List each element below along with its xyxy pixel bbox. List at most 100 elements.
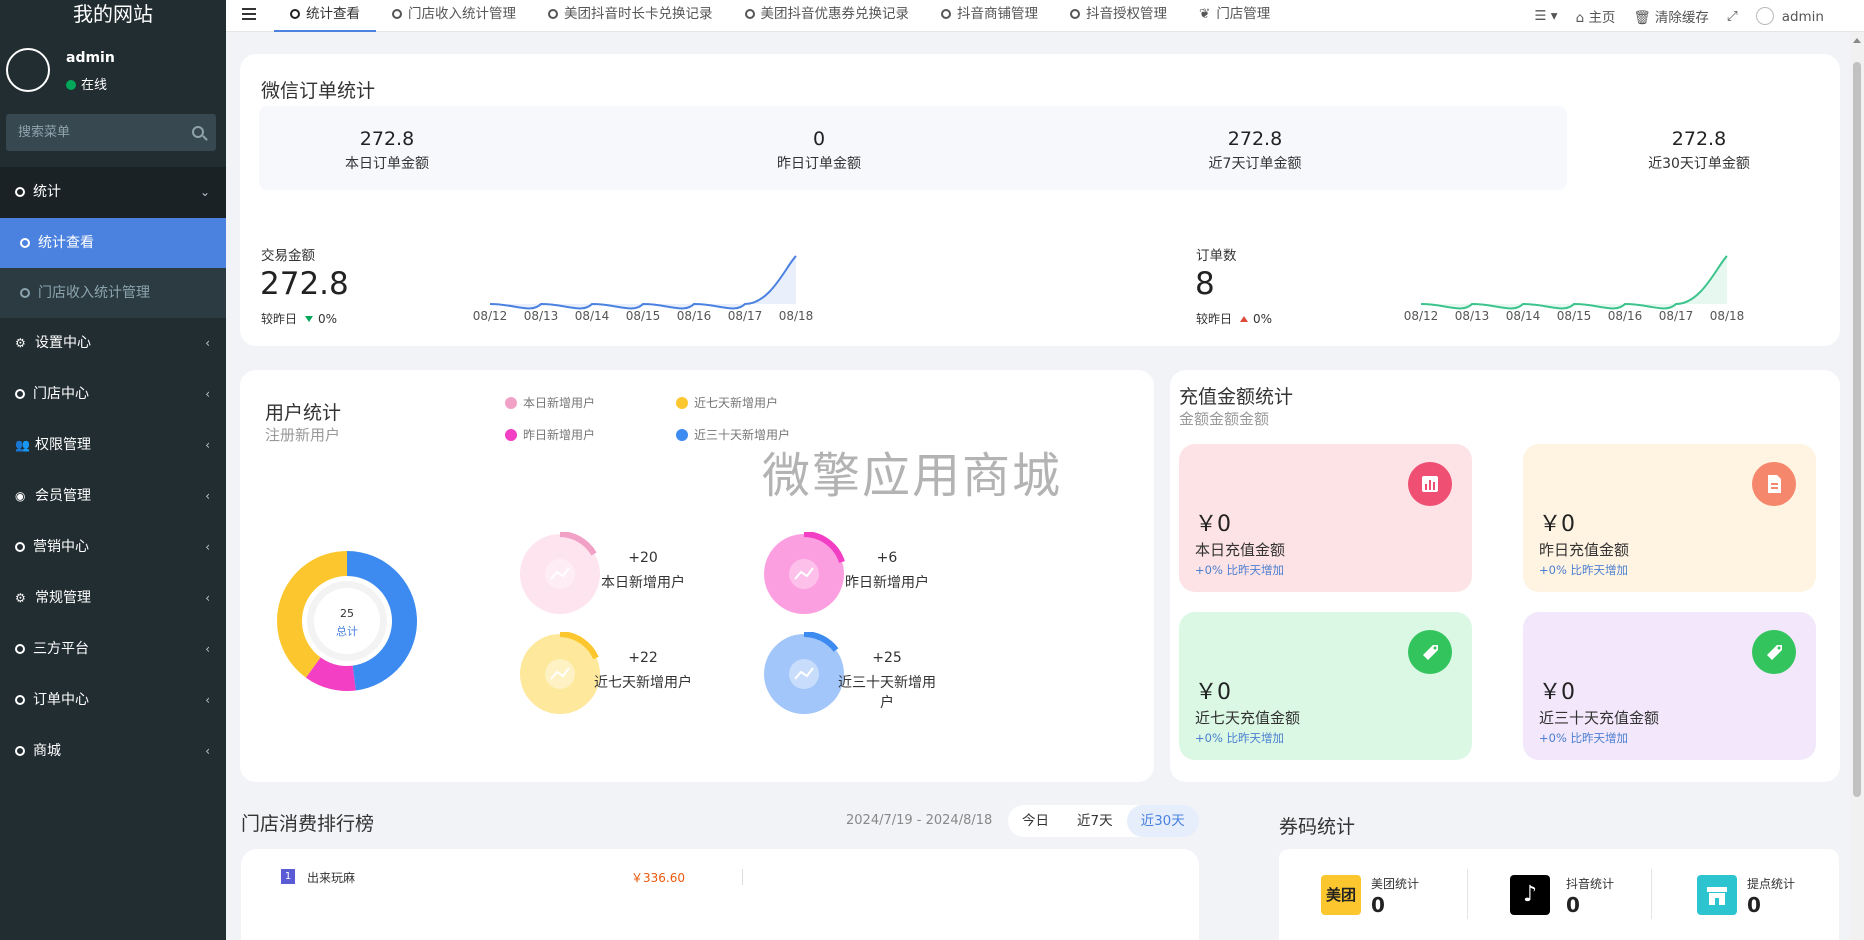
watermark: 微擎应用商城 [762, 448, 1063, 504]
ranking-date-range: 2024/7/19 - 2024/8/18 [846, 813, 993, 828]
legend-item[interactable]: 昨日新增用户 [505, 426, 595, 443]
tab-store-income[interactable]: 门店收入统计管理 [376, 0, 532, 32]
circle-icon [15, 746, 25, 756]
card-title: 用户统计 [265, 402, 342, 424]
tag-icon [1752, 630, 1796, 674]
x-tick-label: 08/15 [626, 309, 661, 323]
top-navbar: 统计查看 门店收入统计管理 美团抖音时长卡兑换记录 美团抖音优惠券兑换记录 抖音… [226, 0, 1864, 32]
tab-card-exchange[interactable]: 美团抖音时长卡兑换记录 [532, 0, 729, 32]
x-tick-label: 08/18 [779, 309, 814, 323]
tag-icon [1408, 630, 1452, 674]
chevron-left-icon: ‹ [205, 489, 210, 503]
filter-today[interactable]: 今日 [1008, 805, 1063, 837]
sidebar-item-store-center[interactable]: 门店中心 ‹ [0, 369, 226, 420]
meituan-icon: 美团 [1321, 875, 1361, 915]
navbar-actions: ☰ ▾ ⌂ 主页 🗑 清除缓存 ⤢ admin [1516, 0, 1824, 32]
sidebar-item-members[interactable]: ◉ 会员管理 ‹ [0, 471, 226, 522]
donut-center [314, 588, 380, 654]
store-amount: ￥336.60 [631, 871, 685, 885]
sparkline-series-line [489, 255, 797, 310]
circle-icon [15, 389, 25, 399]
legend-item[interactable]: 本日新增用户 [505, 394, 595, 411]
home-link[interactable]: ⌂ 主页 [1576, 6, 1616, 26]
circle-icon [1070, 9, 1080, 19]
user-status: 在线 [66, 74, 107, 93]
tab-stats-view[interactable]: 统计查看 [274, 0, 376, 32]
site-title[interactable]: 我的网站 [0, 0, 226, 30]
scroll-up-arrow-icon[interactable] [1853, 38, 1861, 43]
ranking-title: 门店消费排行榜 [241, 813, 375, 835]
tab-coupon-exchange[interactable]: 美团抖音优惠券兑换记录 [729, 0, 926, 32]
stat-7days: 272.8 近7天订单金额 [1208, 128, 1302, 172]
avatar [6, 48, 50, 92]
tab-list-dropdown[interactable]: ☰ ▾ [1534, 8, 1557, 24]
orders-label: 订单数 [1196, 248, 1237, 264]
document-icon [1752, 462, 1796, 506]
page-scrollbar[interactable] [1850, 32, 1864, 940]
user-menu[interactable]: admin [1755, 7, 1824, 25]
sidebar-item-permissions[interactable]: 👥 权限管理 ‹ [0, 420, 226, 471]
circle-icon [941, 9, 951, 19]
x-tick-label: 08/18 [1710, 309, 1745, 323]
legend-item[interactable]: 近七天新增用户 [676, 394, 778, 411]
card-title: 充值金额统计 [1179, 386, 1294, 408]
card-title: 微信订单统计 [261, 80, 376, 102]
sparkline-area [1421, 256, 1727, 309]
store-icon [1697, 875, 1737, 915]
sidebar-item-stats-view[interactable]: 统计查看 [0, 218, 226, 268]
user-stat-30days: +25 近三十天新增用户 [762, 631, 936, 720]
tab-bar: 统计查看 门店收入统计管理 美团抖音时长卡兑换记录 美团抖音优惠券兑换记录 抖音… [274, 0, 1286, 32]
user-stat-7days: +22 近七天新增用户 [518, 631, 692, 720]
user-circle-icon: ◉ [15, 489, 26, 503]
wechat-order-card: 微信订单统计 272.8 本日订单金额 0 昨日订单金额 272.8 近7天订单金额 … [240, 54, 1840, 346]
circle-icon [290, 9, 300, 19]
tab-store-management[interactable]: ❦ 门店管理 [1183, 0, 1286, 32]
search-input[interactable] [6, 114, 181, 151]
sidebar-item-settings[interactable]: ⚙ 设置中心 ‹ [0, 318, 226, 369]
list-icon: ☰ ▾ [1534, 8, 1558, 24]
legend-dot-icon [676, 397, 688, 409]
sidebar-item-store-income[interactable]: 门店收入统计管理 [0, 268, 226, 318]
chevron-left-icon: ‹ [205, 387, 210, 401]
tab-douyin-shop[interactable]: 抖音商铺管理 [925, 0, 1054, 32]
amount-value: 272.8 [260, 266, 349, 302]
store-name: 出来玩麻 [307, 871, 356, 885]
stat-yesterday: 0 昨日订单金额 [777, 128, 861, 172]
user-stat-yesterday: +6 昨日新增用户 [762, 531, 929, 620]
divider [742, 869, 743, 885]
sidebar-item-orders[interactable]: 订单中心 ‹ [0, 675, 226, 726]
sidebar-item-marketing[interactable]: 营销中心 ‹ [0, 522, 226, 573]
total-users-donut: 25 总计 [277, 551, 417, 691]
clear-cache-button[interactable]: 🗑 清除缓存 [1633, 6, 1708, 26]
sidebar-item-stats[interactable]: 统计 ⌄ [0, 167, 226, 218]
circle-icon [15, 187, 25, 197]
legend-dot-icon [505, 429, 517, 441]
bar-chart-icon [1408, 462, 1452, 506]
trash-icon: 🗑 [1633, 10, 1655, 26]
x-tick-label: 08/16 [677, 309, 712, 323]
chevron-left-icon: ‹ [205, 336, 210, 350]
sparkline-series-line [1420, 255, 1728, 310]
sidebar-item-third-party[interactable]: 三方平台 ‹ [0, 624, 226, 675]
user-panel: admin 在线 [0, 30, 226, 108]
menu-toggle-icon[interactable] [242, 8, 256, 20]
search-icon[interactable] [192, 126, 204, 138]
list-item[interactable]: 1 出来玩麻 ￥336.60 [281, 869, 743, 891]
filter-7days[interactable]: 近7天 [1063, 805, 1127, 837]
sidebar-item-general[interactable]: ⚙ 常规管理 ‹ [0, 573, 226, 624]
x-tick-label: 08/13 [524, 309, 559, 323]
stat-30days: 272.8 近30天订单金额 [1648, 128, 1750, 172]
user-stat-today: +20 本日新增用户 [518, 531, 685, 620]
filter-30days[interactable]: 近30天 [1126, 805, 1199, 837]
sidebar-item-mall[interactable]: 商城 ‹ [0, 726, 226, 777]
scroll-thumb[interactable] [1853, 62, 1861, 797]
fullscreen-button[interactable]: ⤢ [1727, 8, 1738, 24]
tab-douyin-auth[interactable]: 抖音授权管理 [1054, 0, 1183, 32]
recharge-7days: ￥0 近七天充值金额 +0% 比昨天增加 [1179, 612, 1472, 760]
cogs-icon: ⚙ [15, 591, 26, 605]
x-tick-label: 08/17 [728, 309, 763, 323]
chevron-left-icon: ‹ [205, 591, 210, 605]
amount-compare: 较昨日 0% [261, 312, 338, 326]
user-stats-card: 用户统计 注册新用户 本日新增用户 近七天新增用户 昨日新增用户 近三十天新增用… [240, 370, 1154, 782]
circle-icon [20, 288, 30, 298]
